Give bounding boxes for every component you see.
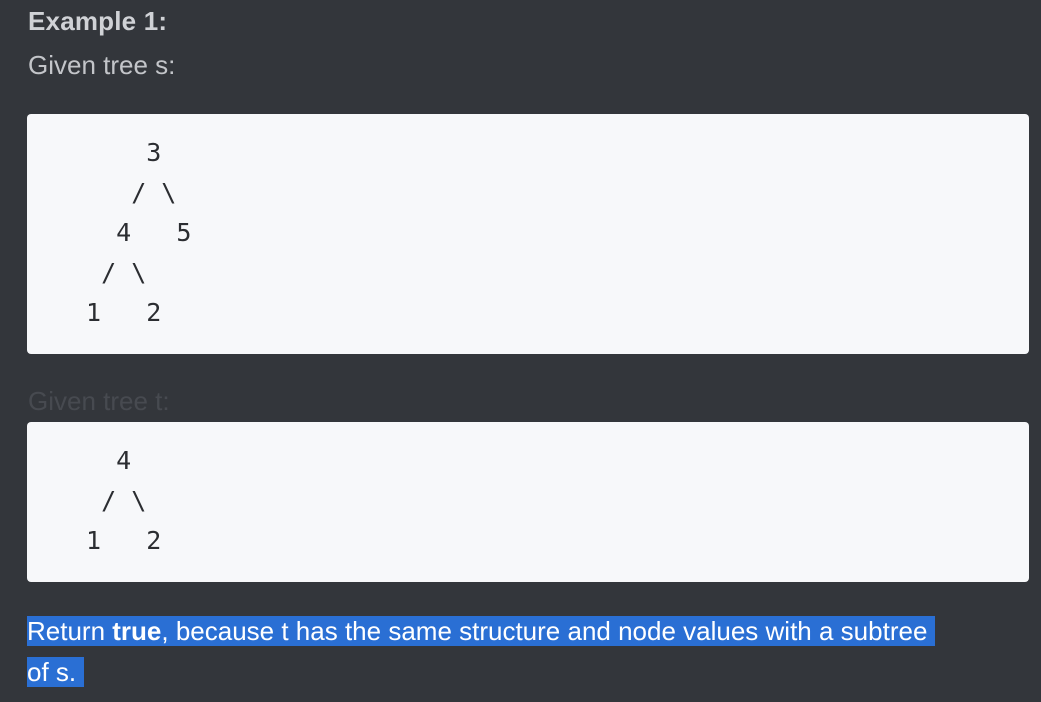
tree-s-code-block: 3 / \ 4 5 / \ 1 2 [27,114,1029,354]
tree-t-code-block: 4 / \ 1 2 [27,422,1029,582]
result-explanation[interactable]: Return true, because t has the same stru… [27,611,947,693]
tree-t-code: 4 / \ 1 2 [86,446,162,555]
tree-s-code: 3 / \ 4 5 / \ 1 2 [86,138,192,327]
result-suffix: , because t has the same structure and n… [27,616,928,687]
selected-text[interactable]: Return true, because t has the same stru… [27,616,936,687]
result-prefix: Return [27,616,113,646]
tree-t-label: Given tree t: [28,386,170,416]
tree-s-label: Given tree s: [28,50,176,80]
result-bold-value: true [112,616,162,646]
example-heading: Example 1: [28,6,168,36]
problem-description: Example 1: Given tree s: 3 / \ 4 5 / \ 1… [0,0,1041,702]
